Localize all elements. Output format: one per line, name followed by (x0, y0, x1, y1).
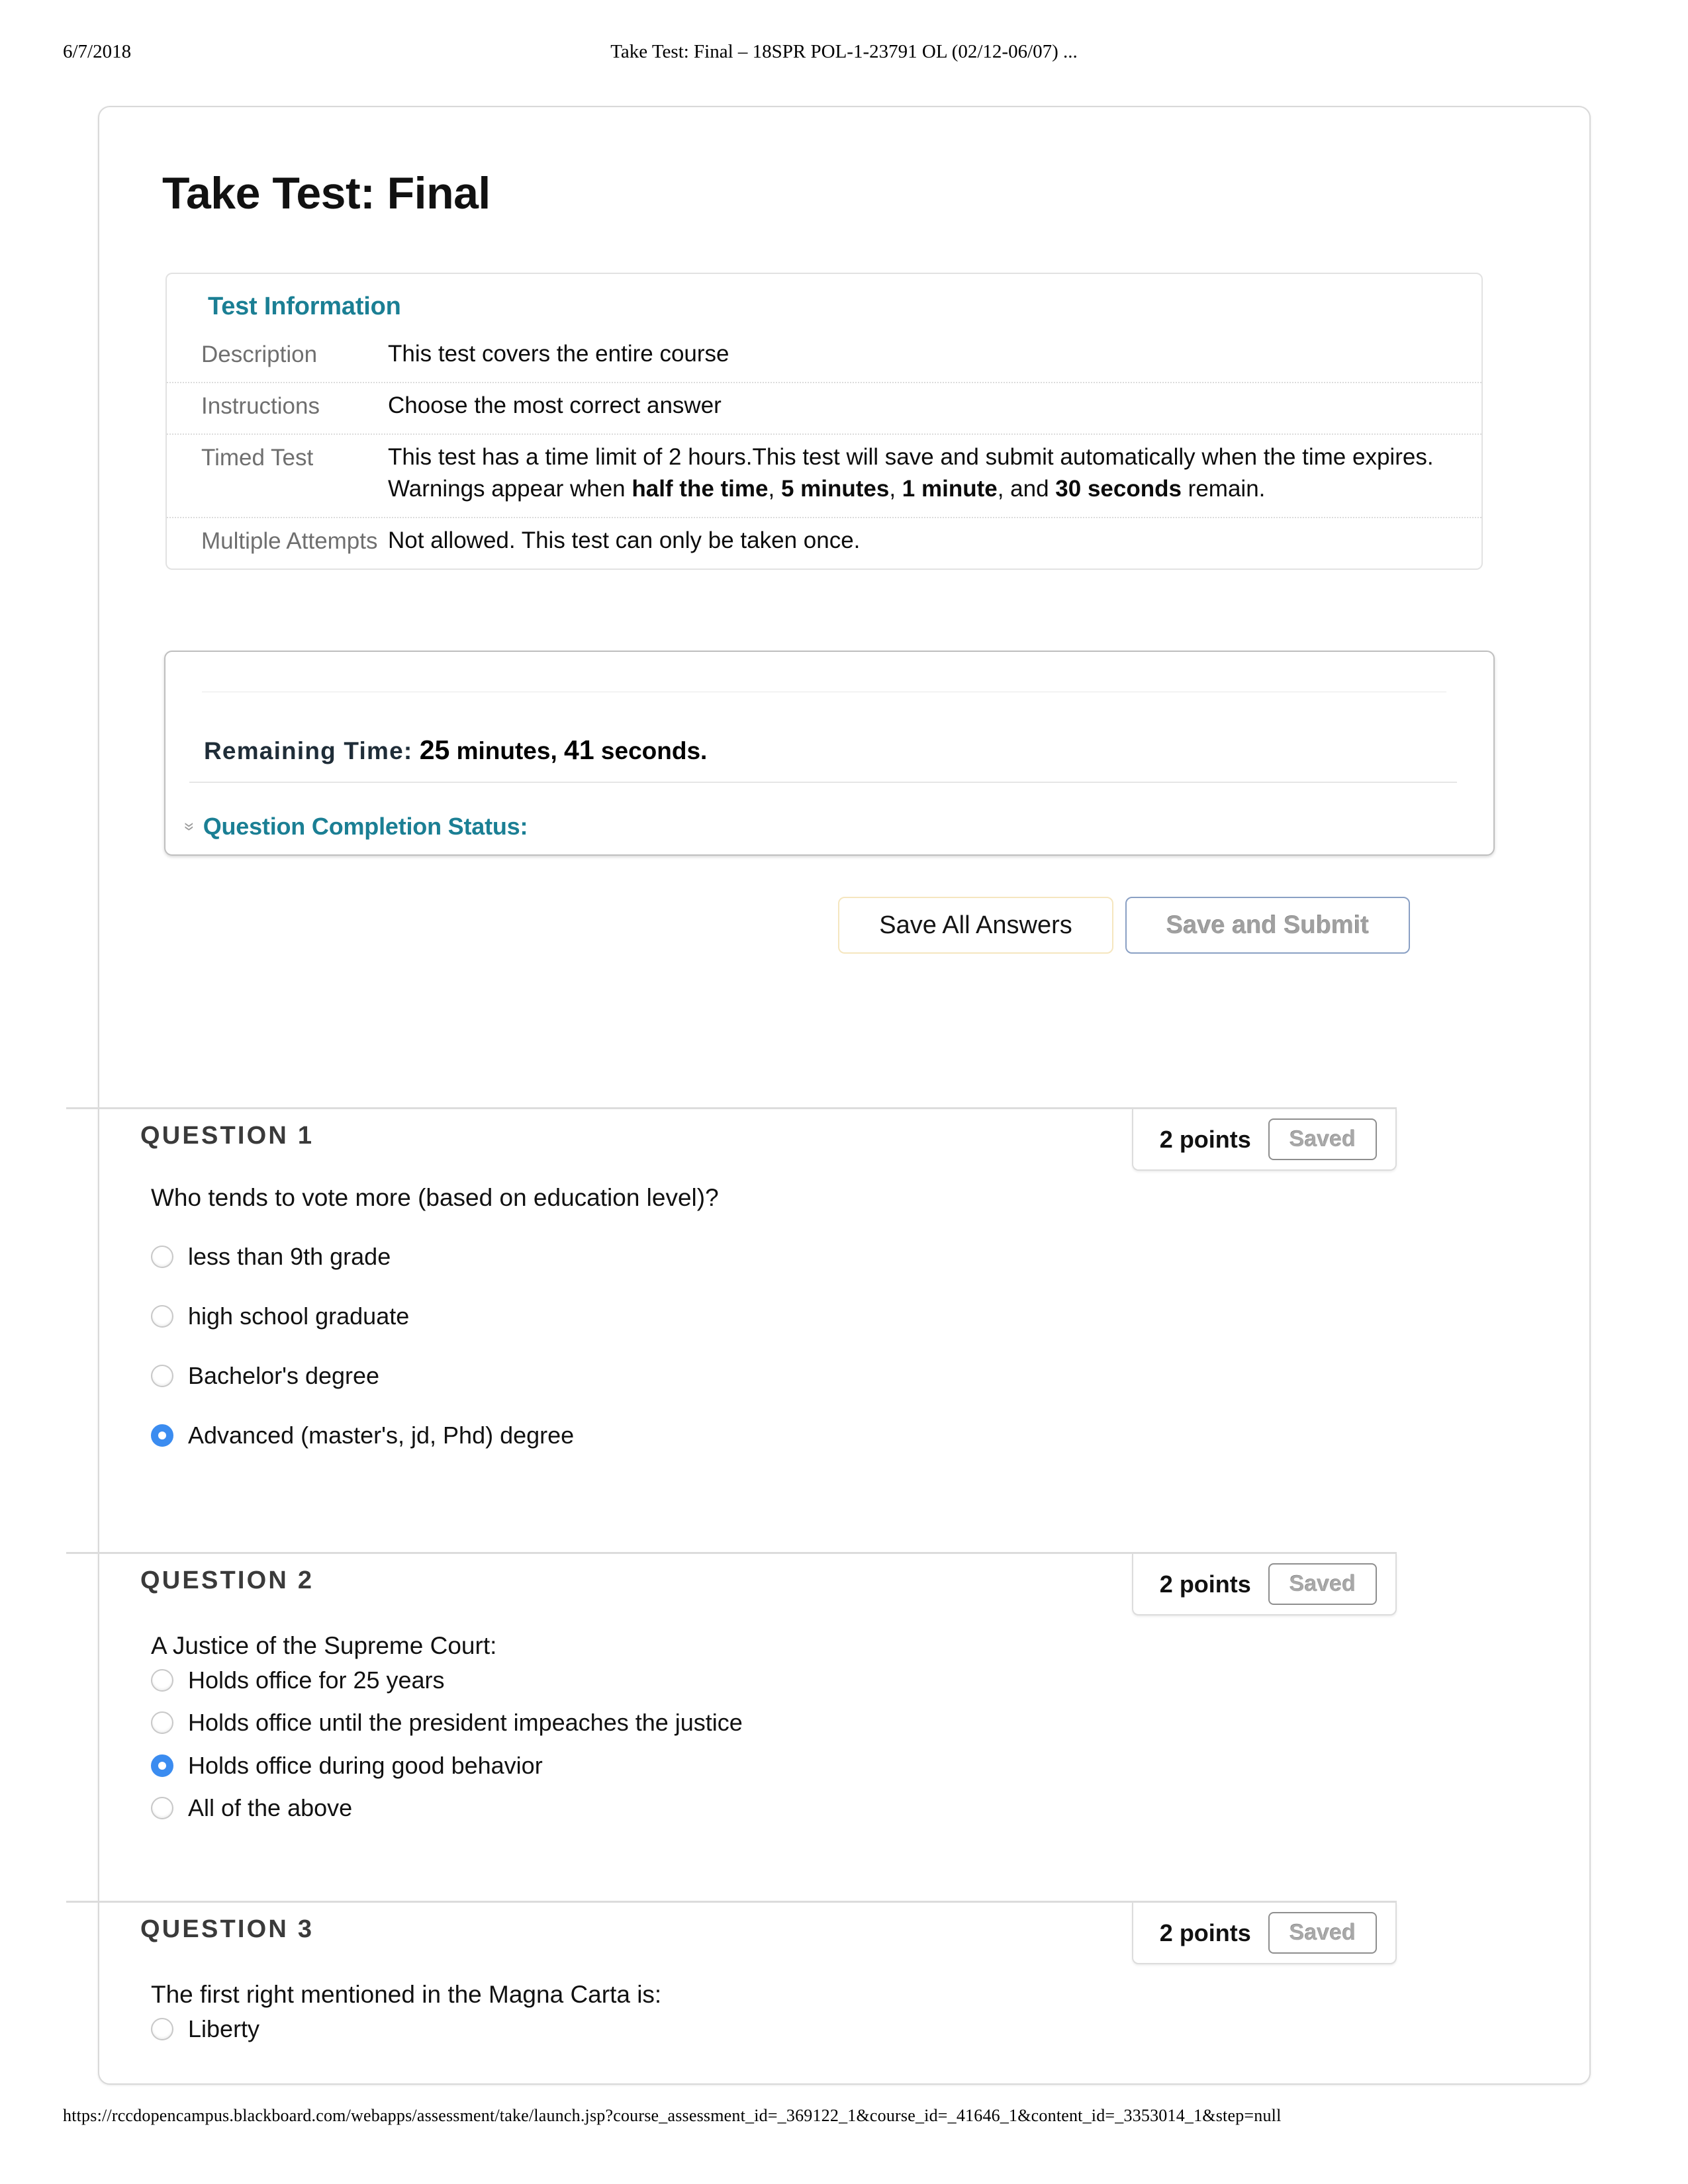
option-row[interactable]: less than 9th grade (151, 1242, 391, 1271)
remaining-minutes-word: minutes, (449, 737, 565, 764)
option-label: less than 9th grade (188, 1243, 391, 1270)
option-row[interactable]: All of the above (151, 1794, 352, 1822)
option-label: Holds office for 25 years (188, 1666, 445, 1694)
remaining-time-label: Remaining Time: (204, 737, 413, 764)
question-block-2: QUESTION 2 2 points Saved A Justice of t… (66, 1552, 1397, 1830)
timed-warning-b4: 30 seconds (1055, 476, 1182, 502)
test-info-row-instructions: Instructions Choose the most correct ans… (167, 382, 1481, 433)
test-info-label: Description (201, 341, 318, 367)
radio-icon-selected[interactable] (151, 1754, 173, 1777)
option-label: Liberty (188, 2015, 260, 2042)
test-info-value: Not allowed. This test can only be taken… (388, 527, 861, 554)
question-saved-badge-1[interactable]: Saved (1268, 1118, 1377, 1160)
timed-line-1: This test has a time limit of 2 hours.Th… (388, 444, 1296, 471)
timed-warning-b2: 5 minutes (780, 476, 890, 502)
radio-icon[interactable] (151, 1796, 173, 1819)
question-points-1: 2 points (1159, 1125, 1251, 1153)
option-row[interactable]: Holds office until the president impeach… (151, 1708, 743, 1737)
radio-icon[interactable] (151, 1304, 173, 1328)
test-info-value-timed: This test has a time limit of 2 hours.Th… (388, 441, 1481, 505)
option-label: Advanced (master's, jd, Phd) degree (188, 1422, 575, 1449)
test-info-label: Instructions (201, 393, 320, 420)
question-block-3: QUESTION 3 2 points Saved The first righ… (66, 1901, 1397, 2086)
question-meta-2: 2 points Saved (1131, 1554, 1397, 1615)
question-block-1: QUESTION 1 2 points Saved Who tends to v… (66, 1107, 1397, 1449)
question-points-2: 2 points (1159, 1570, 1251, 1598)
timed-warning-sep1: , (768, 476, 781, 502)
question-number-2: QUESTION 2 (140, 1567, 314, 1594)
question-saved-badge-3[interactable]: Saved (1268, 1912, 1377, 1954)
test-info-value: This test covers the entire course (388, 341, 729, 367)
test-info-row-multiple-attempts: Multiple Attempts Not allowed. This test… (167, 517, 1481, 569)
radio-icon[interactable] (151, 1364, 173, 1387)
option-row[interactable]: Bachelor's degree (151, 1361, 379, 1390)
timed-warning-sep2: , (889, 476, 902, 502)
option-row[interactable]: high school graduate (151, 1302, 409, 1330)
print-footer-url: https://rccdopencampus.blackboard.com/we… (63, 2106, 1282, 2125)
test-information-panel: Test Information Description This test c… (165, 273, 1483, 570)
save-and-submit-button[interactable]: Save and Submit (1125, 897, 1410, 954)
question-prompt-1: Who tends to vote more (based on educati… (151, 1184, 719, 1211)
remaining-seconds-number: 41 (564, 735, 594, 765)
remaining-minutes-number: 25 (419, 735, 450, 765)
question-number-1: QUESTION 1 (140, 1122, 314, 1150)
radio-icon[interactable] (151, 1711, 173, 1734)
question-meta-1: 2 points Saved (1131, 1109, 1397, 1171)
save-all-answers-button[interactable]: Save All Answers (838, 897, 1113, 954)
timed-warning-prefix: Warnings appear when (388, 476, 632, 502)
option-row[interactable]: Holds office for 25 years (151, 1666, 445, 1694)
radio-icon[interactable] (151, 1668, 173, 1692)
option-label: Bachelor's degree (188, 1362, 380, 1389)
question-number-3: QUESTION 3 (140, 1915, 314, 1943)
question-prompt-2: A Justice of the Supreme Court: (151, 1632, 497, 1659)
option-label: Holds office until the president impeach… (188, 1709, 743, 1736)
radio-icon[interactable] (151, 1245, 173, 1268)
question-saved-badge-2[interactable]: Saved (1268, 1563, 1377, 1605)
test-info-value: Choose the most correct answer (388, 392, 722, 419)
radio-icon[interactable] (151, 2017, 173, 2040)
remaining-time-value: 25 minutes, 41 seconds. (419, 735, 708, 765)
timer-status-box: Remaining Time: 25 minutes, 41 seconds. … (164, 651, 1495, 856)
question-completion-status-toggle[interactable]: » Question Completion Status: (179, 813, 528, 841)
option-row[interactable]: Liberty (151, 2015, 259, 2043)
question-prompt-3: The first right mentioned in the Magna C… (151, 1981, 662, 2008)
test-info-label: Multiple Attempts (201, 528, 378, 555)
print-page-title: Take Test: Final – 18SPR POL-1-23791 OL … (610, 41, 1078, 62)
option-row[interactable]: Holds office during good behavior (151, 1751, 543, 1780)
print-header: 6/7/2018 Take Test: Final – 18SPR POL-1-… (0, 41, 1688, 68)
test-info-label: Timed Test (201, 445, 314, 471)
timed-line-2: time expires. (1302, 444, 1434, 471)
timer-bottom-divider (189, 782, 1457, 783)
option-row[interactable]: Advanced (master's, jd, Phd) degree (151, 1421, 574, 1449)
page-title: Take Test: Final (162, 167, 491, 218)
timed-warning-b3: 1 minute (902, 476, 998, 502)
remaining-time: Remaining Time: 25 minutes, 41 seconds. (204, 735, 707, 766)
timed-warning-b1: half the time (632, 476, 769, 502)
question-completion-status-label: Question Completion Status: (203, 813, 528, 840)
question-meta-3: 2 points Saved (1131, 1903, 1397, 1964)
option-label: high school graduate (188, 1302, 410, 1330)
remaining-seconds-word: seconds. (594, 737, 708, 764)
test-info-row-timed-test: Timed Test This test has a time limit of… (167, 433, 1481, 517)
action-button-row: Save All Answers Save and Submit (788, 897, 1410, 954)
timed-warning-suffix: remain. (1181, 476, 1266, 502)
test-information-heading: Test Information (208, 293, 401, 320)
question-points-3: 2 points (1159, 1919, 1251, 1946)
option-label: Holds office during good behavior (188, 1752, 543, 1779)
radio-icon-selected[interactable] (151, 1424, 173, 1447)
test-info-row-description: Description This test covers the entire … (167, 332, 1481, 382)
chevron-double-down-icon: » (179, 822, 201, 831)
timed-warning-sep3: , and (997, 476, 1056, 502)
option-label: All of the above (188, 1794, 353, 1821)
